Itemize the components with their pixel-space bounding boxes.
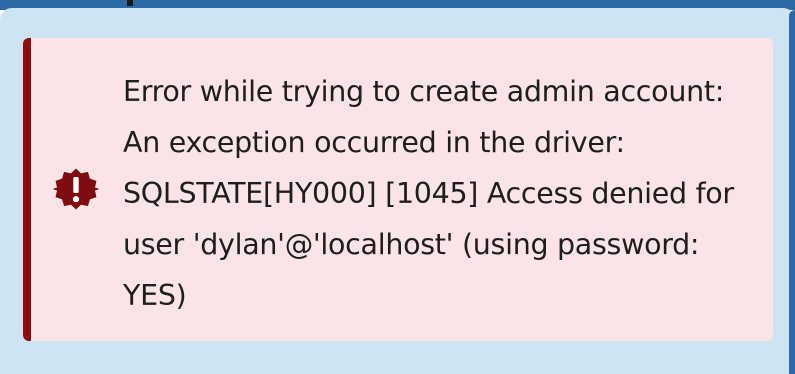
error-message-line-4: user 'dylan'@'localhost' (using password… xyxy=(123,228,700,261)
error-message-line-1: Error while trying to create admin accou… xyxy=(123,75,725,108)
error-message-line-5: YES) xyxy=(123,279,187,312)
error-message: Error while trying to create admin accou… xyxy=(123,66,763,321)
error-message-line-2: An exception occurred in the driver: xyxy=(123,126,625,159)
exclamation-badge-icon xyxy=(52,166,100,212)
error-message-line-3: SQLSTATE[HY000] [1045] Access denied for xyxy=(123,177,734,210)
panel-right-edge xyxy=(789,10,795,374)
top-bar-marker xyxy=(127,0,133,6)
